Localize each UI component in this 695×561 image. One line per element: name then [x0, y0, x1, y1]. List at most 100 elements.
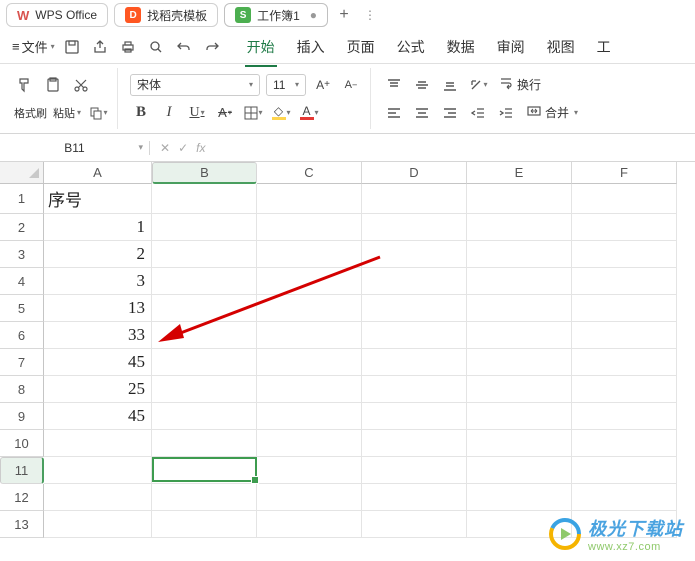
row-header[interactable]: 3: [0, 241, 44, 268]
sheet-logo-icon: S: [235, 7, 251, 23]
cancel-formula-icon[interactable]: ✕: [160, 141, 170, 155]
font-name-value: 宋体: [137, 76, 161, 93]
cell[interactable]: 45: [44, 349, 152, 376]
cell[interactable]: 序号: [44, 184, 152, 214]
tab-menu-button[interactable]: ⋮: [360, 8, 380, 22]
accept-formula-icon[interactable]: ✓: [178, 141, 188, 155]
tab-start[interactable]: 开始: [245, 33, 277, 61]
cell[interactable]: [44, 457, 152, 484]
cell[interactable]: [44, 484, 152, 511]
cell[interactable]: 45: [44, 403, 152, 430]
row-header[interactable]: 8: [0, 376, 44, 403]
format-painter-button[interactable]: [14, 74, 36, 96]
row-header[interactable]: 13: [0, 511, 44, 538]
tab-view[interactable]: 视图: [545, 33, 577, 61]
strikethrough-button[interactable]: A▾: [214, 102, 236, 124]
preview-icon[interactable]: [145, 36, 167, 58]
select-all-corner[interactable]: [0, 162, 44, 184]
tab-data[interactable]: 数据: [445, 33, 477, 61]
tab-tools[interactable]: 工: [595, 33, 613, 61]
column-header[interactable]: D: [362, 162, 467, 184]
align-center-button[interactable]: [411, 102, 433, 124]
paste-label[interactable]: 粘贴▾: [53, 105, 81, 121]
column-header[interactable]: C: [257, 162, 362, 184]
column-header[interactable]: A: [44, 162, 152, 184]
decrease-indent-button[interactable]: [467, 102, 489, 124]
redo-icon[interactable]: [201, 36, 223, 58]
cut-button[interactable]: [70, 74, 92, 96]
copy-button[interactable]: ▾: [87, 102, 109, 124]
row-header[interactable]: 11: [0, 457, 44, 484]
fx-icon[interactable]: fx: [196, 141, 205, 155]
align-left-button[interactable]: [383, 102, 405, 124]
align-top-button[interactable]: [383, 74, 405, 96]
row-header[interactable]: 6: [0, 322, 44, 349]
increase-indent-button[interactable]: [495, 102, 517, 124]
increase-font-button[interactable]: A+: [312, 74, 334, 96]
wrap-label: 换行: [517, 76, 541, 93]
underline-button[interactable]: U▾: [186, 102, 208, 124]
wrap-text-button[interactable]: 换行: [495, 76, 545, 93]
wps-logo-icon: W: [17, 8, 29, 23]
align-bottom-button[interactable]: [439, 74, 461, 96]
chevron-down-icon: ▾: [51, 42, 55, 51]
row-header[interactable]: 4: [0, 268, 44, 295]
print-icon[interactable]: [117, 36, 139, 58]
row-header[interactable]: 1: [0, 184, 44, 214]
column-header[interactable]: F: [572, 162, 677, 184]
app-tab-wps[interactable]: W WPS Office: [6, 3, 108, 27]
app-tab-workbook[interactable]: S 工作簿1 ●: [224, 3, 328, 27]
italic-button[interactable]: I: [158, 102, 180, 124]
format-painter-label: 格式刷: [14, 105, 47, 121]
cells-area[interactable]: 序号 1 2 3 13 33 45 25 45: [44, 184, 677, 538]
orientation-button[interactable]: ▾: [467, 74, 489, 96]
watermark-logo-icon: [548, 517, 582, 551]
align-right-button[interactable]: [439, 102, 461, 124]
font-color-button[interactable]: A▾: [298, 102, 320, 124]
column-header[interactable]: B: [152, 162, 257, 184]
file-menu-button[interactable]: ≡ 文件 ▾: [8, 37, 59, 56]
decrease-font-button[interactable]: A−: [340, 74, 362, 96]
font-size-value: 11: [273, 78, 285, 92]
cell[interactable]: 1: [44, 214, 152, 241]
tab-page[interactable]: 页面: [345, 33, 377, 61]
bold-button[interactable]: B: [130, 102, 152, 124]
row-header[interactable]: 2: [0, 214, 44, 241]
column-header[interactable]: E: [467, 162, 572, 184]
cell[interactable]: 25: [44, 376, 152, 403]
save-icon[interactable]: [61, 36, 83, 58]
app-tab-template[interactable]: D 找稻壳模板: [114, 3, 218, 27]
cell[interactable]: 33: [44, 322, 152, 349]
align-middle-button[interactable]: [411, 74, 433, 96]
fill-color-button[interactable]: ◇▾: [270, 102, 292, 124]
tab-insert[interactable]: 插入: [295, 33, 327, 61]
tab-formula[interactable]: 公式: [395, 33, 427, 61]
border-button[interactable]: ▾: [242, 102, 264, 124]
row-header[interactable]: 7: [0, 349, 44, 376]
clipboard-icon: [44, 76, 62, 94]
wrap-icon: [499, 76, 513, 93]
add-tab-button[interactable]: +: [334, 6, 354, 24]
merge-cells-button[interactable]: 合并▾: [523, 104, 582, 121]
watermark: 极光下载站 www.xz7.com: [548, 515, 683, 553]
undo-icon[interactable]: [173, 36, 195, 58]
cell[interactable]: 3: [44, 268, 152, 295]
formula-input[interactable]: [215, 134, 695, 161]
row-header[interactable]: 12: [0, 484, 44, 511]
export-icon[interactable]: [89, 36, 111, 58]
cell[interactable]: 2: [44, 241, 152, 268]
row-header[interactable]: 10: [0, 430, 44, 457]
font-name-select[interactable]: 宋体 ▾: [130, 74, 260, 96]
tab-review[interactable]: 审阅: [495, 33, 527, 61]
paste-button[interactable]: [42, 74, 64, 96]
cell[interactable]: [44, 511, 152, 538]
row-header[interactable]: 5: [0, 295, 44, 322]
docer-logo-icon: D: [125, 7, 141, 23]
merge-label: 合并: [545, 104, 569, 121]
name-box[interactable]: B11 ▾: [0, 141, 150, 155]
cell[interactable]: 13: [44, 295, 152, 322]
font-size-select[interactable]: 11 ▾: [266, 74, 306, 96]
cell[interactable]: [44, 430, 152, 457]
row-header[interactable]: 9: [0, 403, 44, 430]
menu-hamburger-icon: ≡: [12, 39, 20, 54]
